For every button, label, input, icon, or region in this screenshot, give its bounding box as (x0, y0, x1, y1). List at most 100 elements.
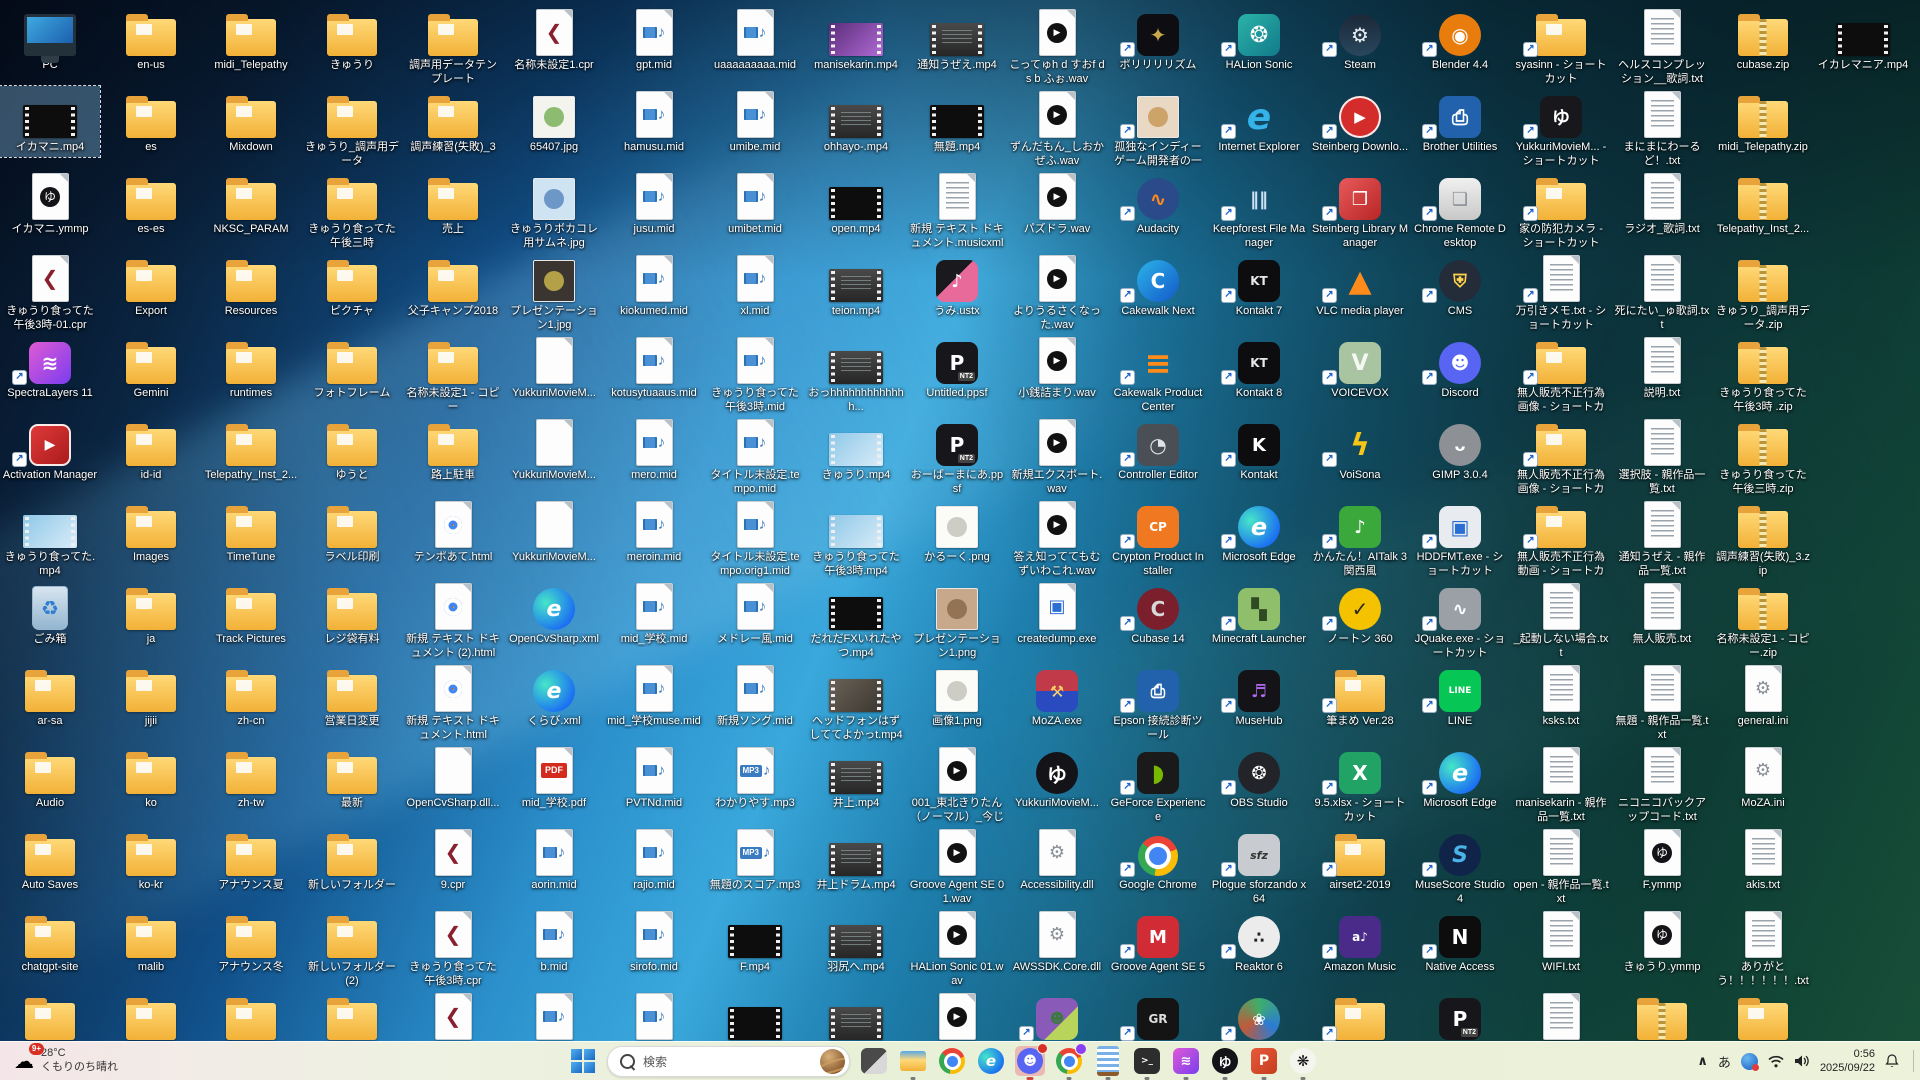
desktop-icon[interactable]: e↗Internet Explorer (1209, 86, 1309, 157)
desktop-icon[interactable]: PNT2Untitled.ppsf (907, 332, 1007, 403)
desktop-icon[interactable]: open.mp4 (806, 168, 906, 239)
taskbar-file-explorer-icon[interactable] (898, 1046, 928, 1076)
desktop-icon[interactable]: 無題 - 親作品一覧.txt (1612, 660, 1712, 745)
desktop-icon[interactable]: ♪PVTNd.mid (604, 742, 704, 813)
desktop-icon[interactable]: ◉↗Blender 4.4 (1410, 4, 1510, 75)
desktop-icon[interactable]: ↗万引きメモ.txt - ショートカット (1511, 250, 1611, 335)
desktop-icon[interactable]: CP↗Crypton Product Installer (1108, 496, 1208, 581)
desktop-icon[interactable]: ▣createdump.exe (1007, 578, 1107, 649)
desktop-icon[interactable]: PC (0, 4, 100, 75)
desktop-icon[interactable]: Telepathy_Inst_2... (1713, 168, 1813, 239)
desktop-icon[interactable]: 新しいフォルダー (2) (302, 906, 402, 991)
desktop-icon[interactable]: ゆ↗YukkuriMovieM... - ショートカット (1511, 86, 1611, 171)
desktop-icon[interactable]: KT↗Kontakt 7 (1209, 250, 1309, 321)
desktop-icon[interactable]: 新規 テキスト ドキュメント.musicxml (907, 168, 1007, 253)
desktop-icon[interactable] (101, 988, 201, 1045)
desktop-icon[interactable]: ゆYukkuriMovieM... (1007, 742, 1107, 813)
desktop-icon[interactable]: ❮きゅうり食ってた午後3時-01.cpr (0, 250, 100, 335)
desktop-icon[interactable]: ↗syasinn - ショートカット (1511, 4, 1611, 89)
desktop-icon[interactable]: ∿↗JQuake.exe - ショートカット (1410, 578, 1510, 663)
desktop-icon[interactable]: ♪meroin.mid (604, 496, 704, 567)
desktop-icon[interactable]: Auto Saves (0, 824, 100, 895)
desktop-icon[interactable]: manisekarin - 親作品一覧.txt (1511, 742, 1611, 827)
taskbar-chatgpt-icon[interactable]: ❋ (1288, 1046, 1318, 1076)
taskbar-powerpoint-icon[interactable]: P (1249, 1046, 1279, 1076)
desktop-icon[interactable] (1511, 988, 1611, 1045)
desktop-icon[interactable]: ゆイカマニ.ymmp (0, 168, 100, 239)
desktop-icon[interactable]: ▶答え知っててもむずいわこれ.wav (1007, 496, 1107, 581)
desktop-icon[interactable]: ♪rajio.mid (604, 824, 704, 895)
volume-icon[interactable] (1794, 1054, 1810, 1068)
desktop-icon[interactable] (0, 988, 100, 1045)
desktop-icon[interactable]: ♪kiokumed.mid (604, 250, 704, 321)
desktop-icon[interactable]: イカレマニア.mp4 (1813, 4, 1913, 75)
desktop-icon[interactable]: ↗airset2-2019 (1310, 824, 1410, 895)
desktop-icon[interactable]: ♪gpt.mid (604, 4, 704, 75)
desktop-icon[interactable]: かるーく.png (907, 496, 1007, 567)
desktop-icon[interactable]: ♪タイトル未設定.tempo.orig1.mid (705, 496, 805, 581)
desktop-icon[interactable] (705, 988, 805, 1045)
desktop-icon[interactable]: ▚↗Minecraft Launcher (1209, 578, 1309, 649)
desktop-icon[interactable]: ♪↗かんたん！AITalk 3 関西風 (1310, 496, 1410, 581)
desktop-icon[interactable]: zh-cn (201, 660, 301, 731)
desktop-icon[interactable]: C↗Cakewalk Next (1108, 250, 1208, 321)
notification-bell-icon[interactable] (1885, 1054, 1899, 1068)
desktop-icon[interactable]: 説明.txt (1612, 332, 1712, 403)
desktop-icon[interactable]: 画像1.png (907, 660, 1007, 731)
taskbar-snipping-app-icon[interactable] (859, 1046, 889, 1076)
desktop-icon[interactable]: ja (101, 578, 201, 649)
desktop-icon[interactable]: きゅうり食ってた午後3時 .zip (1713, 332, 1813, 417)
desktop-icon[interactable]: Audio (0, 742, 100, 813)
desktop-icon[interactable]: F.mp4 (705, 906, 805, 977)
desktop-icon[interactable]: cubase.zip (1713, 4, 1813, 75)
ime-indicator[interactable]: あ (1718, 1052, 1731, 1071)
desktop-icon[interactable]: ❮名称未設定1.cpr (504, 4, 604, 75)
desktop-icon[interactable]: ゆきゅうり.ymmp (1612, 906, 1712, 977)
desktop-icon[interactable]: 井上.mp4 (806, 742, 906, 813)
desktop-icon[interactable]: ↗筆まめ Ver.28 (1310, 660, 1410, 731)
desktop-icon[interactable]: きゅうり食ってた.mp4 (0, 496, 100, 581)
desktop-icon[interactable]: ≋↗SpectraLayers 11 (0, 332, 100, 403)
desktop-icon[interactable]: ⎙↗Brother Utilities (1410, 86, 1510, 157)
desktop-icon[interactable]: きゅうり食ってた午後三時 (302, 168, 402, 253)
wifi-icon[interactable] (1768, 1055, 1784, 1068)
desktop-icon[interactable]: フォトフレーム (302, 332, 402, 403)
desktop-icon[interactable]: es (101, 86, 201, 157)
desktop-icon[interactable]: ♪タイトル未設定.tempo.mid (705, 414, 805, 499)
desktop-icon[interactable]: ⚙AWSSDK.Core.dll (1007, 906, 1107, 977)
desktop-icon[interactable]: ❮9.cpr (403, 824, 503, 895)
desktop-icon[interactable]: ♪xl.mid (705, 250, 805, 321)
desktop-icon[interactable]: 無題.mp4 (907, 86, 1007, 157)
desktop-icon[interactable]: V↗VOICEVOX (1310, 332, 1410, 403)
desktop-icon[interactable]: ‖‖↗Keepforest File Manager (1209, 168, 1309, 253)
desktop-icon[interactable]: ♬↗MuseHub (1209, 660, 1309, 731)
desktop-icon[interactable]: 父子キャンプ2018 (403, 250, 503, 321)
desktop-icon[interactable]: きゅうり食ってた午後3時.mp4 (806, 496, 906, 581)
desktop-icon[interactable]: ヘッドフォンはずしててよかっt.mp4 (806, 660, 906, 745)
desktop-icon[interactable]: ko-kr (101, 824, 201, 895)
desktop-icon[interactable]: だれだFXいれたやつ.mp4 (806, 578, 906, 663)
desktop-icon[interactable]: ♪きゅうり食ってた午後3時.mid (705, 332, 805, 417)
desktop-icon[interactable]: 65407.jpg (504, 86, 604, 157)
desktop-icon[interactable]: 通知うぜえ - 親作品一覧.txt (1612, 496, 1712, 581)
desktop-icon[interactable]: きゅうり.mp4 (806, 414, 906, 485)
desktop-icon[interactable]: ラベル印刷 (302, 496, 402, 567)
desktop-icon[interactable]: ヘルスコンプレッション__歌詞.txt (1612, 4, 1712, 89)
desktop-icon[interactable]: teion.mp4 (806, 250, 906, 321)
desktop-icon[interactable]: 売上 (403, 168, 503, 239)
desktop-icon[interactable]: jijii (101, 660, 201, 731)
desktop-icon[interactable]: ❏↗Chrome Remote Desktop (1410, 168, 1510, 253)
desktop-icon[interactable]: ᴗGIMP 3.0.4 (1410, 414, 1510, 485)
desktop-icon[interactable]: PNT2 (1410, 988, 1510, 1045)
desktop-icon[interactable]: ♪うみ.ustx (907, 250, 1007, 321)
desktop-icon[interactable]: ⚙MoZA.ini (1713, 742, 1813, 813)
desktop-icon[interactable]: ニコニコバックアップコード.txt (1612, 742, 1712, 827)
desktop-icon[interactable]: ▶新規エクスポート.wav (1007, 414, 1107, 499)
desktop-icon[interactable]: 営業日変更 (302, 660, 402, 731)
desktop-icon[interactable]: midi_Telepathy (201, 4, 301, 75)
desktop-icon[interactable]: ゆうと (302, 414, 402, 485)
desktop-icon[interactable]: chatgpt-site (0, 906, 100, 977)
desktop-icon[interactable]: ▶001_東北きりたん（ノーマル）_今じゃ... (907, 742, 1007, 827)
desktop-icon[interactable]: eOpenCvSharp.xml (504, 578, 604, 649)
desktop-icon[interactable]: ◗↗GeForce Experience (1108, 742, 1208, 827)
